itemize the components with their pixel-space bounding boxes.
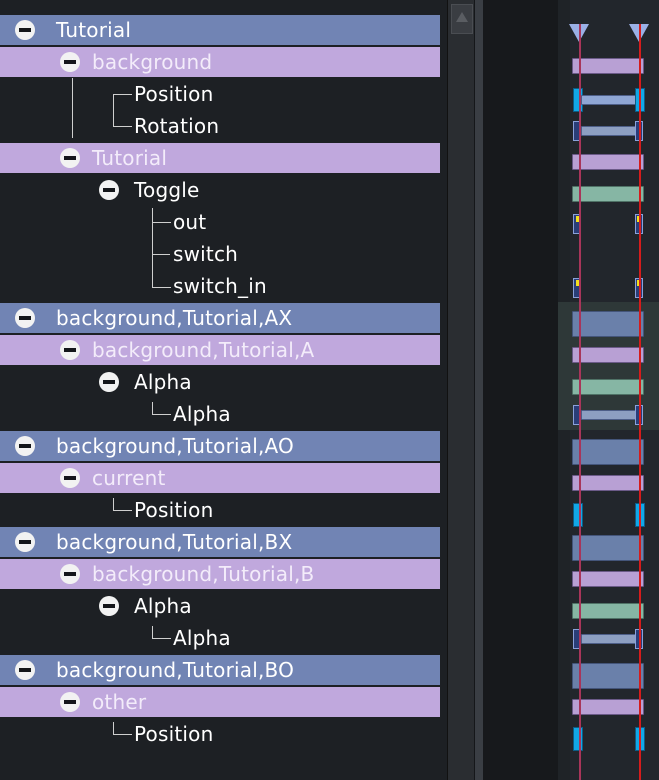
tree-label: Position [134,82,214,106]
scroll-up-button[interactable] [451,4,473,34]
tree-label: background,Tutorial,B [92,562,315,586]
tree-row-toggle[interactable]: Toggle [0,174,440,205]
tree-label: switch_in [173,274,267,298]
collapse-icon[interactable] [60,692,80,712]
tree-row-alpha[interactable]: Alpha [0,622,440,653]
collapse-icon[interactable] [99,596,119,616]
tree-row-rotation[interactable]: Rotation [0,110,440,141]
collapse-icon[interactable] [60,148,80,168]
timeline-bar[interactable] [572,154,644,170]
tree-row-bx[interactable]: background,Tutorial,BX [0,526,440,557]
timeline-bar[interactable] [572,439,644,465]
timeline-bar[interactable] [572,535,644,561]
tree-label: Alpha [134,370,192,394]
tree-line [152,254,170,256]
tree-label: current [92,466,166,490]
tree-label: Position [134,498,214,522]
tree-row-background[interactable]: background [0,46,440,77]
timeline-bar[interactable] [572,571,644,587]
timeline-bar[interactable] [572,347,644,363]
tree-label: Tutorial [56,18,132,42]
tree-line [72,78,73,138]
tree-row-ax[interactable]: background,Tutorial,AX [0,302,440,333]
tree-line [152,222,171,235]
collapse-icon[interactable] [15,20,35,40]
tree-line [152,402,171,415]
tree-label: Toggle [134,178,200,202]
timeline-bar[interactable] [572,663,644,689]
tree-label: Alpha [173,626,231,650]
collapse-icon[interactable] [15,308,35,328]
timeline-bar[interactable] [581,126,637,136]
keyframe[interactable] [573,503,583,527]
collapse-icon[interactable] [60,564,80,584]
collapse-icon[interactable] [60,468,80,488]
tree-row-out[interactable]: out [0,206,440,237]
collapse-icon[interactable] [99,180,119,200]
tree-label: Alpha [134,594,192,618]
timeline-bar[interactable] [572,186,644,202]
timeline-bar[interactable] [572,603,644,619]
tree-row-alpha-group[interactable]: Alpha [0,366,440,397]
tree-row-a[interactable]: background,Tutorial,A [0,334,440,365]
tree-line [113,722,132,735]
timeline-bar[interactable] [581,95,637,105]
collapse-icon[interactable] [60,340,80,360]
collapse-icon[interactable] [15,660,35,680]
timeline-bar[interactable] [572,475,644,491]
collapse-icon[interactable] [99,372,119,392]
tree-line [152,274,171,288]
playhead-end[interactable] [639,24,641,780]
tree-row-alpha[interactable]: Alpha [0,398,440,429]
playhead-start[interactable] [579,24,581,780]
tree-label: background [92,50,213,74]
tree-label: switch [173,242,239,266]
timeline-bar[interactable] [581,634,637,644]
collapse-icon[interactable] [15,532,35,552]
layer-tree: Tutorial background Position Rotation Tu… [0,0,447,780]
tree-row-alpha-group[interactable]: Alpha [0,590,440,621]
tree-label: other [92,690,147,714]
timeline-bar[interactable] [572,58,644,74]
tree-label: background,Tutorial,A [92,338,315,362]
keyframe[interactable] [573,727,583,751]
collapse-icon[interactable] [60,52,80,72]
tree-row-tutorial[interactable]: Tutorial [0,14,440,45]
tree-label: Rotation [134,114,220,138]
tree-row-position[interactable]: Position [0,718,440,749]
tree-label: Alpha [173,402,231,426]
timeline-bar[interactable] [572,311,644,337]
tree-row-ao[interactable]: background,Tutorial,AO [0,430,440,461]
timeline-panel[interactable] [483,0,659,780]
tree-label: background,Tutorial,BO [56,658,295,682]
collapse-icon[interactable] [15,436,35,456]
tree-row-bo[interactable]: background,Tutorial,BO [0,654,440,685]
timeline-bar[interactable] [581,410,637,420]
tree-line [152,626,171,639]
tree-label: Tutorial [92,146,168,170]
tree-row-tutorial-child[interactable]: Tutorial [0,142,440,173]
tree-row-switch-in[interactable]: switch_in [0,270,440,301]
timeline-bar[interactable] [572,379,644,395]
tree-row-b[interactable]: background,Tutorial,B [0,558,440,589]
tree-row-position[interactable]: Position [0,78,440,109]
timeline-bar[interactable] [572,699,644,715]
tree-scrollbar[interactable] [447,0,475,780]
tree-row-switch[interactable]: switch [0,238,440,269]
tree-line [113,498,132,511]
tree-label: background,Tutorial,AO [56,434,295,458]
tree-label: background,Tutorial,BX [56,530,293,554]
tree-row-position[interactable]: Position [0,494,440,525]
tree-label: out [173,210,207,234]
tree-row-other[interactable]: other [0,686,440,717]
tree-line [113,100,132,127]
tree-label: background,Tutorial,AX [56,306,293,330]
tree-row-current[interactable]: current [0,462,440,493]
tree-label: Position [134,722,214,746]
